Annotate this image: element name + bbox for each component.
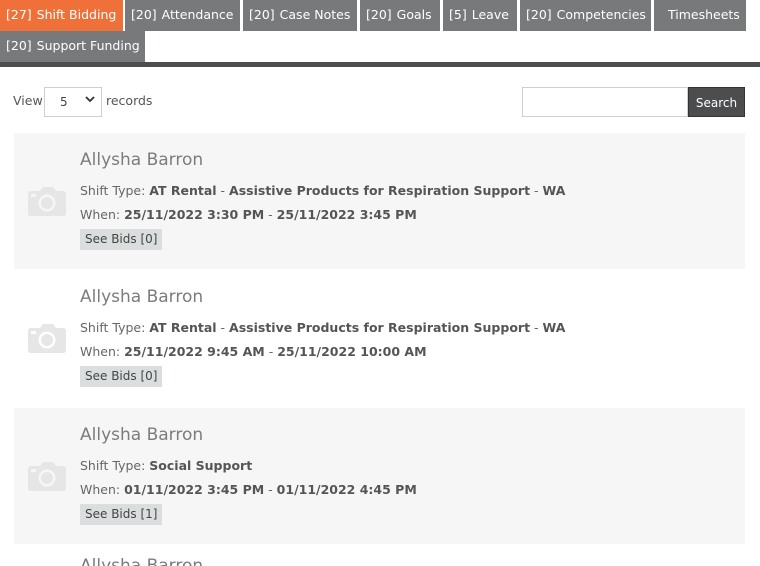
shift-type-value: Social Support — [149, 458, 253, 473]
see-bids-button[interactable]: See Bids [1] — [80, 504, 163, 525]
camera-icon — [28, 324, 66, 354]
chevron-down-icon — [85, 94, 95, 107]
camera-icon — [28, 187, 66, 217]
tab-label: Attendance — [161, 7, 234, 22]
tab-count: [20] — [366, 7, 392, 22]
tab-label: Goals — [396, 7, 432, 22]
tab-underline — [0, 62, 760, 67]
shift-when: When: 25/11/2022 9:45 AM - 25/11/2022 10… — [80, 344, 427, 359]
page-size-value: 5 — [60, 95, 68, 109]
shift-start: 25/11/2022 3:30 PM — [124, 207, 265, 222]
tab-label: Competencies — [556, 7, 646, 22]
shift-end: 25/11/2022 10:00 AM — [277, 344, 427, 359]
see-bids-button[interactable]: See Bids [0] — [80, 229, 163, 250]
shift-type-label: Shift Type: — [80, 458, 146, 473]
tab-timesheets[interactable]: Timesheets — [654, 0, 746, 31]
tab-count: [20] — [249, 7, 275, 22]
shift-end: 01/11/2022 4:45 PM — [276, 482, 417, 497]
shift-card: Allysha Barron Shift Type: Social Suppor… — [14, 408, 745, 544]
when-label: When: — [80, 344, 121, 359]
shift-type: Shift Type: AT Rental - Assistive Produc… — [80, 320, 566, 335]
list-toolbar: View 5 records Search — [0, 86, 760, 118]
camera-icon — [28, 462, 66, 492]
shift-type-value: AT Rental — [149, 320, 217, 335]
tab-competencies[interactable]: [20] Competencies — [520, 0, 651, 31]
shift-type-value: WA — [542, 320, 566, 335]
tab-label: Support Funding — [36, 38, 140, 53]
search-button[interactable]: Search — [688, 87, 745, 117]
page-size-select[interactable]: 5 — [44, 87, 102, 117]
tab-count: [5] — [449, 7, 467, 22]
tab-goals[interactable]: [20] Goals — [360, 0, 440, 31]
shift-type-label: Shift Type: — [80, 320, 146, 335]
worker-name-partial: Allysha Barron — [80, 556, 204, 566]
shift-when: When: 25/11/2022 3:30 PM - 25/11/2022 3:… — [80, 207, 417, 222]
shift-when: When: 01/11/2022 3:45 PM - 01/11/2022 4:… — [80, 482, 417, 497]
see-bids-button[interactable]: See Bids [0] — [80, 366, 163, 387]
shift-type-value: WA — [542, 183, 566, 198]
tab-count: [20] — [131, 7, 157, 22]
shift-type-value: Assistive Products for Respiration Suppo… — [229, 320, 531, 335]
when-label: When: — [80, 482, 121, 497]
tab-attendance[interactable]: [20] Attendance — [125, 0, 240, 31]
tab-label: Leave — [471, 7, 509, 22]
tab-count: [20] — [6, 38, 32, 53]
shift-type-label: Shift Type: — [80, 183, 146, 198]
tab-shift-bidding[interactable]: [27] Shift Bidding — [0, 0, 123, 31]
tab-label: Timesheets — [668, 7, 740, 22]
shift-type: Shift Type: AT Rental - Assistive Produc… — [80, 183, 566, 198]
shift-card: Allysha Barron Shift Type: AT Rental - A… — [14, 133, 745, 269]
shift-type: Shift Type: Social Support — [80, 458, 252, 473]
worker-name: Allysha Barron — [80, 287, 204, 307]
tab-support-funding[interactable]: [20] Support Funding — [0, 31, 145, 62]
shift-type-value: AT Rental — [149, 183, 217, 198]
shift-end: 25/11/2022 3:45 PM — [276, 207, 417, 222]
view-label: View — [13, 93, 43, 108]
when-label: When: — [80, 207, 121, 222]
tab-case-notes[interactable]: [20] Case Notes — [243, 0, 357, 31]
shift-start: 01/11/2022 3:45 PM — [124, 482, 265, 497]
tab-leave[interactable]: [5] Leave — [443, 0, 517, 31]
tab-count: [27] — [6, 7, 32, 22]
shift-start: 25/11/2022 9:45 AM — [124, 344, 265, 359]
worker-name: Allysha Barron — [80, 425, 204, 445]
tab-count: [20] — [526, 7, 552, 22]
worker-name: Allysha Barron — [80, 150, 204, 170]
search-input[interactable] — [522, 87, 688, 117]
shift-card: Allysha Barron Shift Type: AT Rental - A… — [14, 270, 745, 406]
tab-label: Shift Bidding — [36, 7, 117, 22]
tab-label: Case Notes — [279, 7, 351, 22]
records-label: records — [106, 93, 153, 108]
tab-bar: [27] Shift Bidding [20] Attendance [20] Cas… — [0, 0, 760, 62]
shift-type-value: Assistive Products for Respiration Suppo… — [229, 183, 531, 198]
